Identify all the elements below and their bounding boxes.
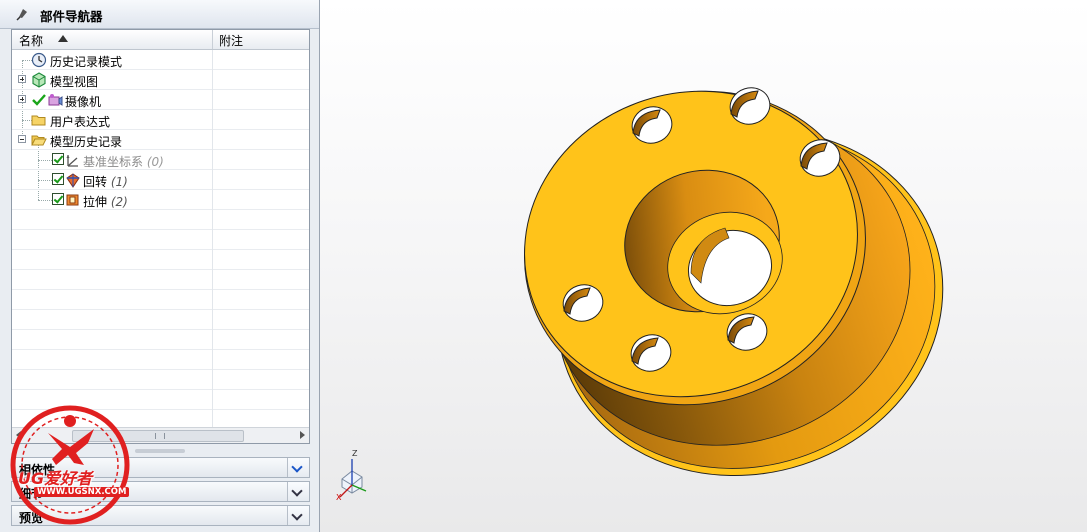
watermark-logo: UG爱好者 WWW.UGSNX.COM: [8, 403, 132, 527]
folder-icon: [31, 115, 46, 126]
tree-label: 用户表达式: [50, 115, 111, 129]
feature-checkbox[interactable]: [52, 153, 64, 165]
revolve-icon: [66, 173, 80, 188]
feature-checkbox[interactable]: [52, 193, 64, 205]
x-axis-label: X: [336, 493, 342, 502]
open-folder-icon: [31, 135, 47, 146]
collapse-icon[interactable]: [18, 135, 26, 143]
tree-label: 摄像机: [65, 95, 102, 109]
navigator-header: 部件导航器: [0, 0, 319, 29]
expand-icon[interactable]: [18, 75, 26, 83]
tree-label: 模型历史记录: [50, 135, 123, 149]
chevron-down-icon[interactable]: [287, 482, 309, 501]
tree-label: 拉伸 (2): [83, 195, 128, 209]
tree-row-history-mode[interactable]: 历史记录模式: [12, 50, 309, 70]
column-notes-header[interactable]: 附注: [219, 32, 243, 49]
tree-row-revolve[interactable]: 回转 (1): [12, 170, 309, 190]
navigator-title: 部件导航器: [40, 9, 103, 24]
view-triad[interactable]: Z X: [332, 449, 376, 509]
sort-ascending-icon: [58, 35, 68, 42]
z-axis-label: Z: [352, 449, 358, 458]
chevron-down-icon[interactable]: [287, 506, 309, 525]
pulley-3d-model[interactable]: [515, 78, 955, 478]
camera-icon: [48, 94, 63, 106]
tree-label: 基准坐标系 (0): [83, 155, 164, 169]
feature-checkbox[interactable]: [52, 173, 64, 185]
panel-splitter[interactable]: [135, 449, 185, 453]
tree-row-datum-csys[interactable]: 基准坐标系 (0): [12, 150, 309, 170]
tree-row-user-expressions[interactable]: 用户表达式: [12, 110, 309, 130]
datum-csys-icon: [66, 155, 78, 167]
watermark-brand: UG爱好者: [18, 469, 93, 488]
clock-icon: [31, 52, 47, 68]
column-header: 名称 附注: [12, 30, 309, 50]
tree-label: 历史记录模式: [50, 55, 123, 69]
green-check-icon: [32, 94, 46, 106]
column-name-header[interactable]: 名称: [19, 32, 43, 49]
chevron-down-icon[interactable]: [287, 458, 309, 477]
navigator-tree[interactable]: 名称 附注 历史记录模式 模型视图 摄像机 用户表达式 模型历史记录 基准坐标系…: [11, 29, 310, 444]
watermark-url: WWW.UGSNX.COM: [34, 487, 130, 497]
model-views-icon: [32, 72, 46, 88]
extrude-icon: [66, 194, 79, 206]
tree-row-model-views[interactable]: 模型视图: [12, 70, 309, 90]
tree-row-model-history[interactable]: 模型历史记录: [12, 130, 309, 150]
scroll-right-icon[interactable]: [300, 431, 305, 439]
tree-row-extrude[interactable]: 拉伸 (2): [12, 190, 309, 210]
tree-row-cameras[interactable]: 摄像机: [12, 90, 309, 110]
tree-label: 回转 (1): [83, 175, 128, 189]
pin-icon[interactable]: [14, 6, 30, 22]
tree-label: 模型视图: [50, 75, 99, 89]
expand-icon[interactable]: [18, 95, 26, 103]
